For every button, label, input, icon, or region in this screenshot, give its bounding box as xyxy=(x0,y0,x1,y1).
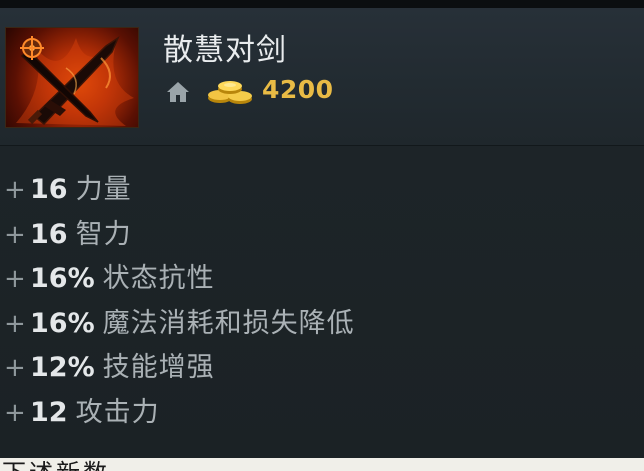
attribute-value: 12 xyxy=(30,396,68,428)
attribute-name: 攻击力 xyxy=(75,396,160,428)
attribute-plus: + xyxy=(4,353,26,383)
attribute-name: 技能增强 xyxy=(102,352,215,383)
top-edge xyxy=(0,0,644,8)
bottom-caption-strip: 下述新数 xyxy=(0,458,644,471)
attribute-name: 状态抗性 xyxy=(102,263,215,294)
attribute-row-damage: +12 攻击力 xyxy=(0,391,355,436)
item-name: 散慧对剑 xyxy=(163,33,287,68)
attribute-value: 12% xyxy=(30,352,95,383)
attribute-value: 16% xyxy=(30,307,95,339)
attribute-value: 16 xyxy=(30,174,68,205)
bottom-caption-text: 下述新数 xyxy=(2,460,110,471)
attribute-row-spell-amp: +12% 技能增强 xyxy=(0,346,355,391)
crossed-swords-icon xyxy=(5,27,139,128)
attribute-plus: + xyxy=(4,308,26,339)
attribute-plus: + xyxy=(4,397,26,428)
attribute-row-strength: +16 力量 xyxy=(0,168,355,213)
attribute-name: 智力 xyxy=(75,218,132,250)
attribute-plus: + xyxy=(4,264,26,294)
attribute-plus: + xyxy=(4,175,26,205)
attribute-list: +16 力量 +16 智力 +16% 状态抗性 +16% 魔法消耗和损失降低 +12% 技… xyxy=(0,168,355,435)
attribute-row-status-resistance: +16% 状态抗性 xyxy=(0,257,355,302)
attribute-plus: + xyxy=(4,219,26,250)
item-cost: 4200 xyxy=(262,75,334,104)
attribute-row-intelligence: +16 智力 xyxy=(0,213,355,258)
item-tooltip: 散慧对剑 4200 +16 力量 +16 智力 +16% 状态抗性 +16% 魔法消耗和… xyxy=(0,0,644,471)
attribute-row-mana-loss-reduction: +16% 魔法消耗和损失降低 xyxy=(0,302,355,347)
attribute-name: 魔法消耗和损失降低 xyxy=(102,307,355,339)
attribute-value: 16 xyxy=(30,218,68,250)
attribute-name: 力量 xyxy=(75,174,132,205)
gold-coins-icon xyxy=(206,76,256,106)
attribute-value: 16% xyxy=(30,263,95,294)
home-icon xyxy=(165,80,191,104)
